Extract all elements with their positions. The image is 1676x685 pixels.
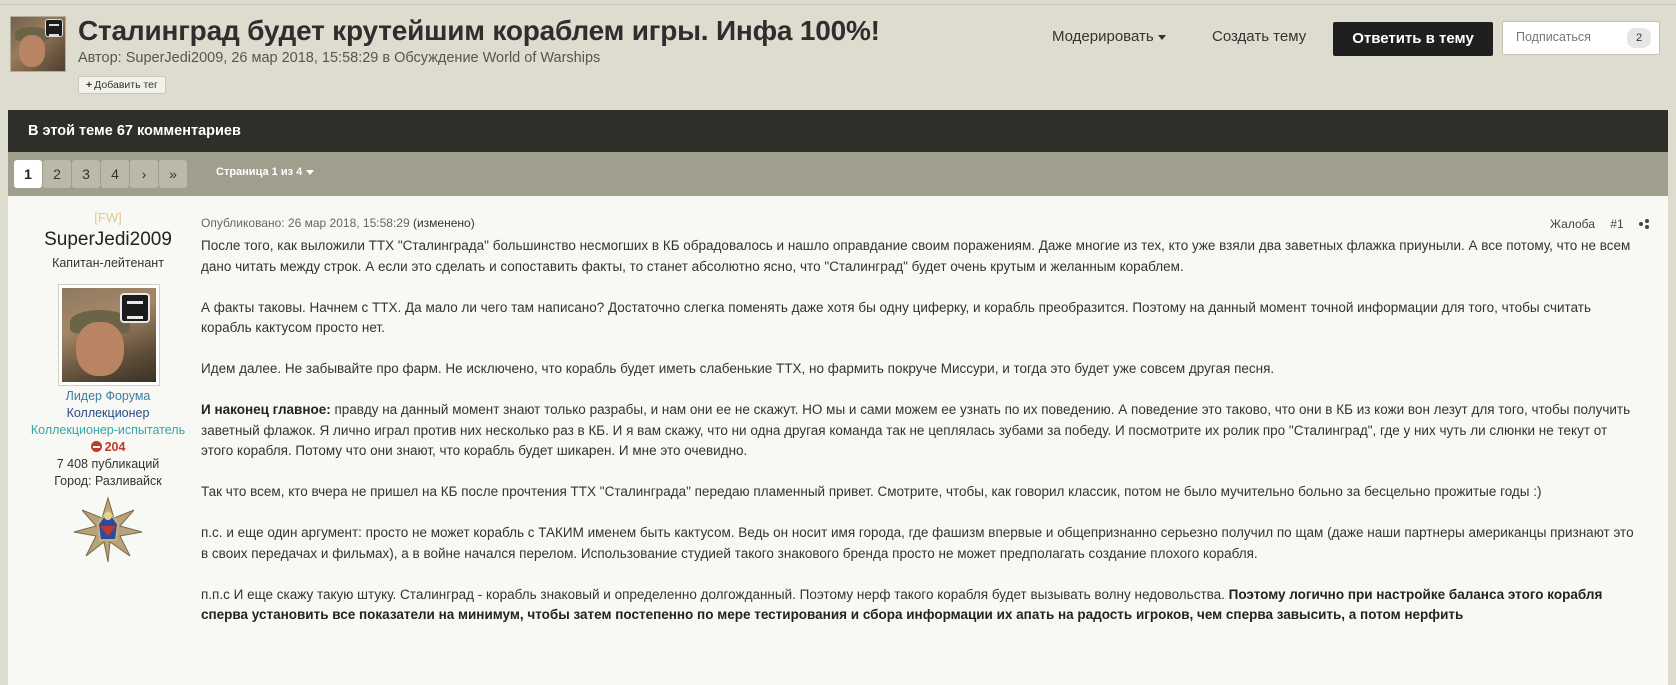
next-page-button[interactable]: › (130, 160, 158, 188)
follow-count-badge: 2 (1627, 28, 1651, 48)
post-paragraph: Так что всем, кто вчера не пришел на КБ … (201, 484, 1542, 499)
author-group-leader: Лидер Форума (65, 389, 151, 403)
comments-count-bar: В этой теме 67 комментариев (8, 110, 1668, 152)
caret-down-icon (1157, 34, 1166, 40)
post-paragraph: После того, как выложили ТТХ "Сталинград… (201, 238, 1631, 274)
post-date: Опубликовано: 26 мар 2018, 15:58:29 (изм… (201, 216, 475, 230)
topic-meta: Автор: SuperJedi2009, 26 мар 2018, 15:58… (78, 50, 601, 66)
minus-circle-icon (90, 441, 102, 452)
post-text: правду на данный момент знают только раз… (201, 402, 1631, 458)
post-paragraph: А факты таковы. Начнем с ТТХ. Да мало ли… (201, 299, 1591, 336)
author-city: Город: Разливайск (54, 474, 162, 488)
post-paragraph: И наконец главное: правду на данный моме… (201, 400, 1641, 462)
post-body: После того, как выложили ТТХ "Сталинград… (201, 236, 1641, 646)
moderate-label: Модерировать (1052, 28, 1154, 45)
page-button-1[interactable]: 1 (14, 160, 42, 188)
avatar-face (19, 35, 45, 67)
page-button-2[interactable]: 2 (43, 160, 71, 188)
page-button-4[interactable]: 4 (101, 160, 129, 188)
rank-badge-icon (120, 293, 150, 323)
post-actions: Жалоба #1 (1538, 217, 1649, 231)
create-topic-link[interactable]: Создать тему (1212, 28, 1306, 45)
rank-badge-icon (45, 19, 63, 37)
post-paragraph: п.с. и еще один аргумент: просто не може… (201, 525, 1634, 561)
author-group-collector: Коллекционер (66, 406, 150, 420)
reply-button[interactable]: Ответить в тему (1333, 22, 1493, 56)
follow-label: Подписаться (1516, 30, 1591, 44)
pagination-bar: 1 2 3 4 › » Страница 1 из 4 (8, 152, 1668, 196)
add-tag-button[interactable]: + Добавить тег (78, 76, 166, 94)
author-panel: [FW] SuperJedi2009 Капитан-лейтенант Лид… (8, 196, 208, 685)
medal-icon (73, 496, 143, 562)
caret-down-icon (306, 169, 315, 175)
plus-icon: + (86, 79, 93, 91)
post-number-link[interactable]: #1 (1610, 217, 1623, 231)
page-button-3[interactable]: 3 (72, 160, 100, 188)
follow-button[interactable]: Подписаться 2 (1502, 21, 1660, 55)
share-icon[interactable] (1639, 219, 1649, 229)
comments-count-text: В этой теме 67 комментариев (28, 123, 241, 139)
author-rank: Капитан-лейтенант (52, 256, 164, 270)
avatar-face (76, 322, 124, 376)
post-paragraph: п.п.с И еще скажу такую штуку. Сталингра… (201, 585, 1641, 626)
author-username[interactable]: SuperJedi2009 (8, 229, 208, 251)
last-page-button[interactable]: » (159, 160, 187, 188)
top-divider (0, 4, 1676, 5)
post-content: Опубликовано: 26 мар 2018, 15:58:29 (изм… (201, 196, 1661, 685)
post-paragraph: Идем далее. Не забывайте про фарм. Не ис… (201, 361, 1275, 376)
avatar-image (62, 288, 156, 382)
page-select-dropdown[interactable]: Страница 1 из 4 (216, 166, 315, 178)
edited-label: (изменено) (412, 216, 475, 230)
post-text: п.п.с И еще скажу такую штуку. Сталингра… (201, 586, 1229, 602)
moderate-menu[interactable]: Модерировать (1052, 28, 1166, 45)
author-posts-count: 7 408 публикаций (56, 457, 160, 471)
topic-author-avatar[interactable] (10, 16, 66, 72)
author-avatar[interactable] (58, 284, 160, 386)
author-reputation: 204 (8, 440, 208, 454)
reputation-value: 204 (104, 440, 126, 454)
topic-title: Сталинград будет крутейшим кораблем игры… (78, 15, 880, 46)
post: [FW] SuperJedi2009 Капитан-лейтенант Лид… (8, 196, 1668, 685)
published-label: Опубликовано: 26 мар 2018, 15:58:29 (201, 216, 410, 230)
page-select-label: Страница 1 из 4 (216, 166, 303, 178)
report-link[interactable]: Жалоба (1550, 217, 1595, 231)
author-clan[interactable]: [FW] (8, 210, 208, 225)
add-tag-label: Добавить тег (94, 79, 158, 91)
author-group-tester: Коллекционер-испытатель (30, 423, 186, 437)
post-bold-lead: И наконец главное: (201, 402, 331, 417)
